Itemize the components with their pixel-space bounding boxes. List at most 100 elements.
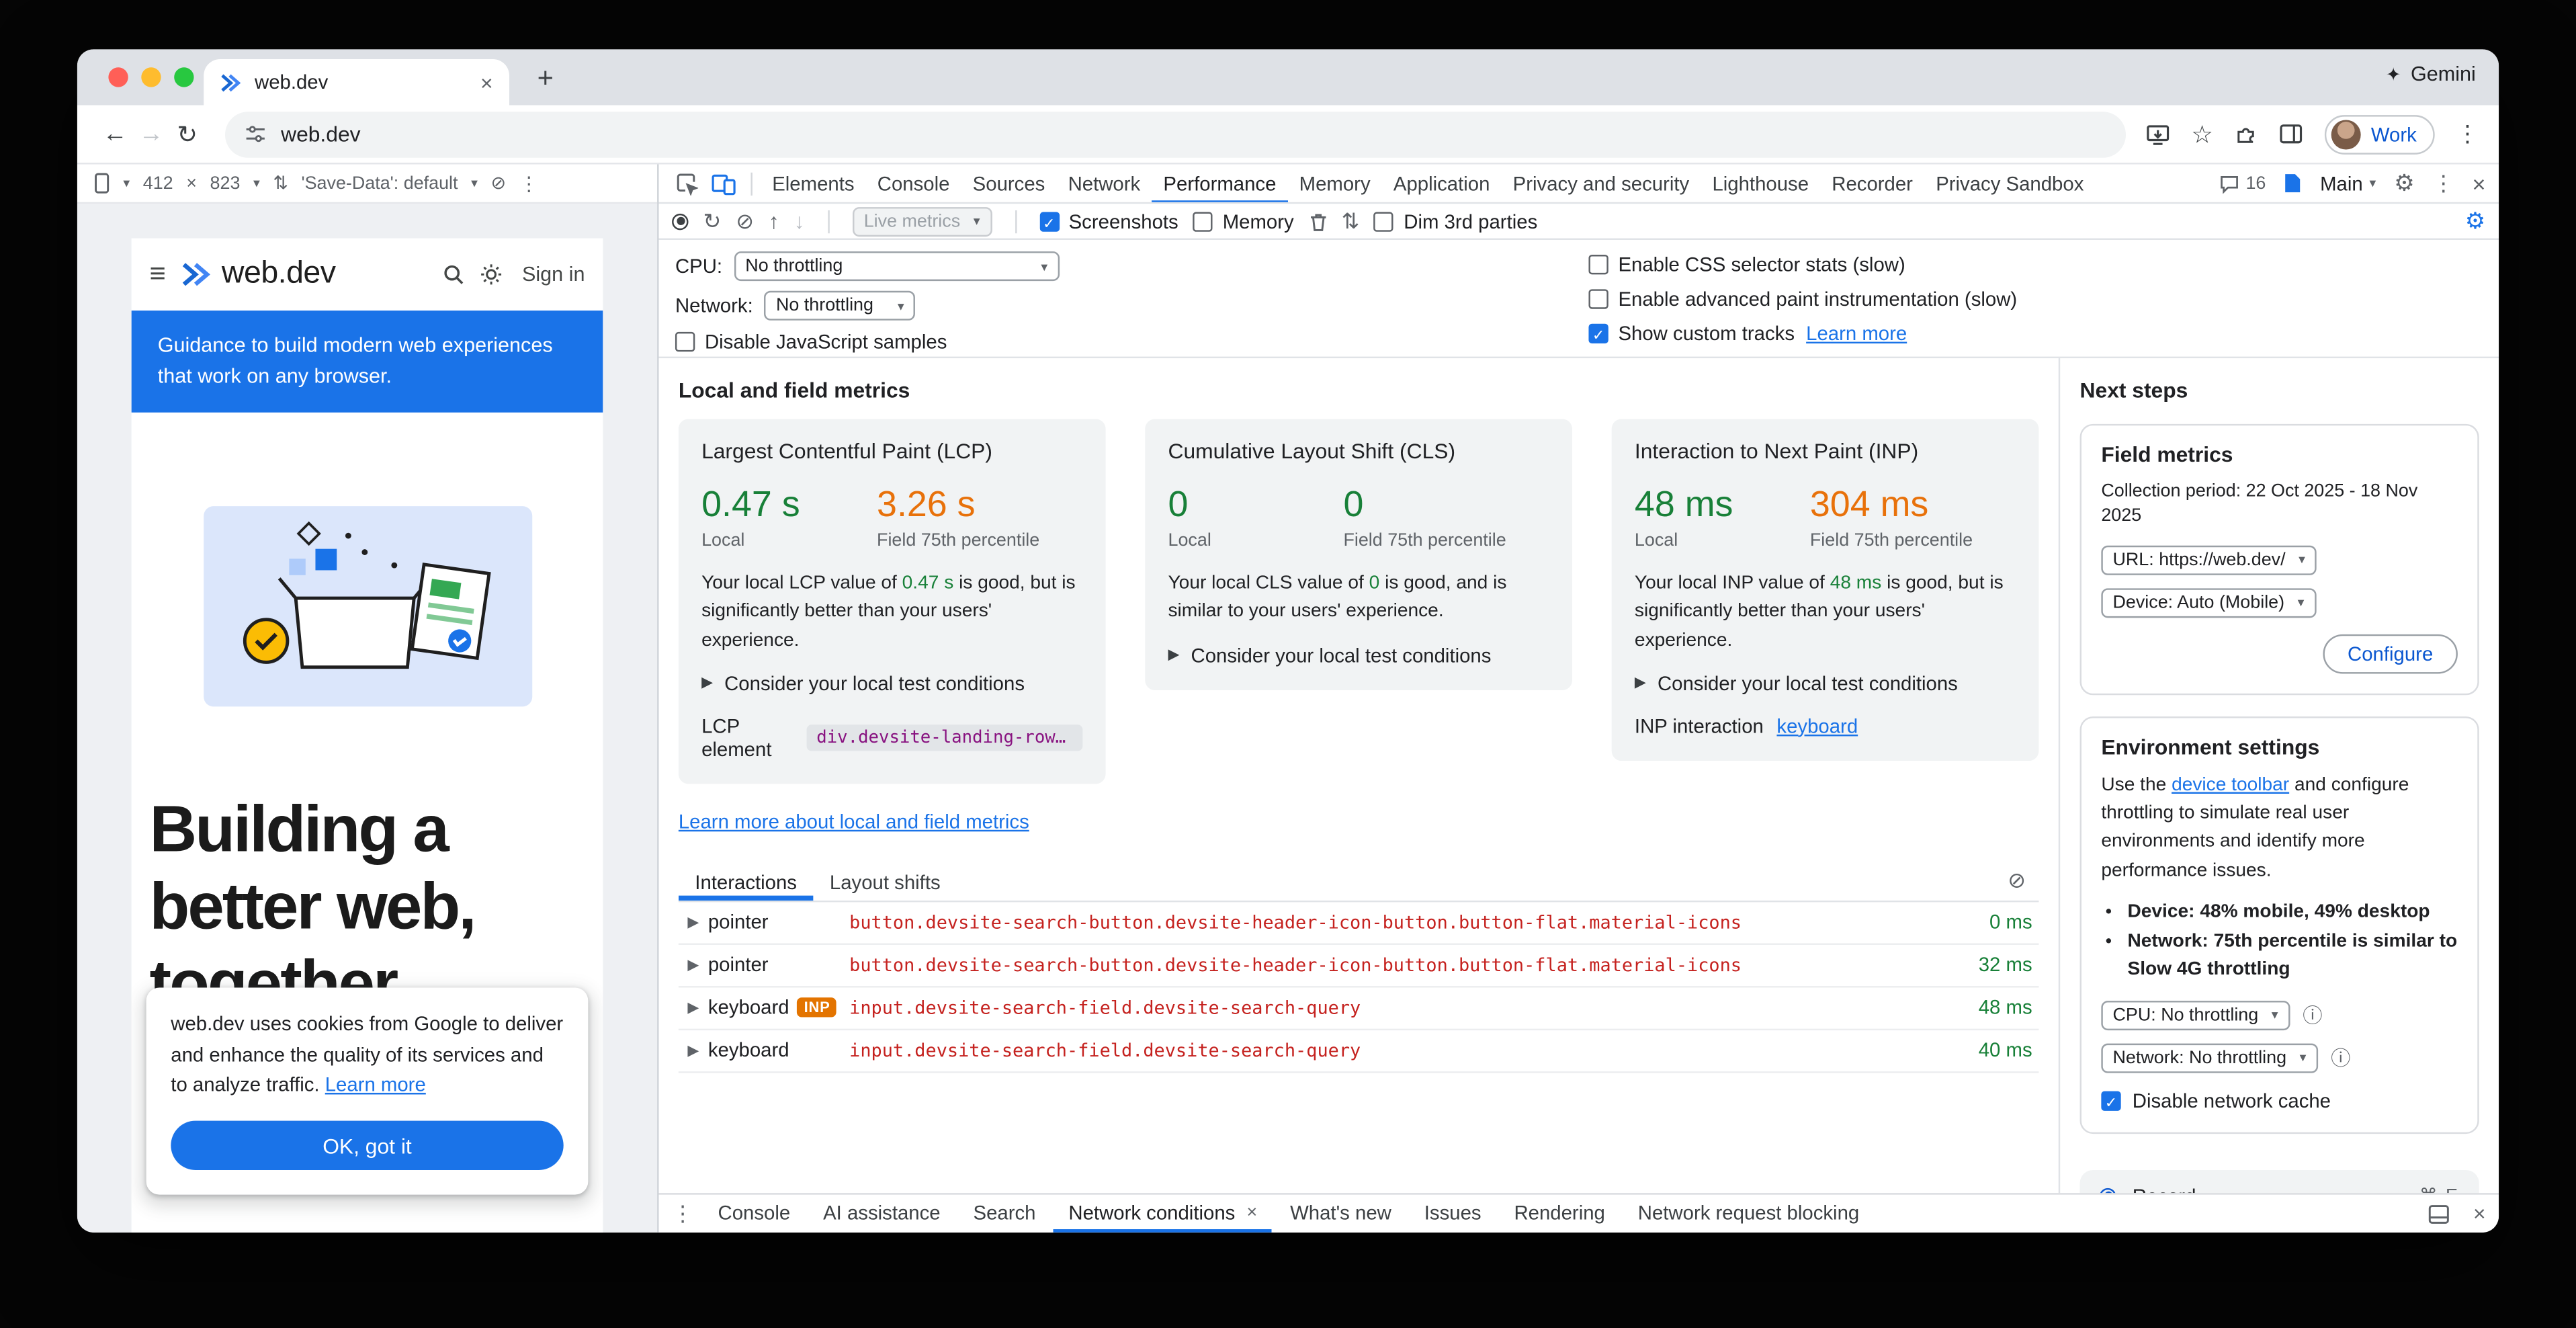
device-select-caret-icon[interactable]: ▾	[123, 176, 130, 191]
interaction-row[interactable]: ▶ keyboard INP input.devsite-search-fiel…	[679, 987, 2039, 1030]
theme-toggle-sun-icon[interactable]	[479, 263, 502, 286]
url-bar[interactable]: web.dev	[225, 111, 2125, 157]
close-tab-icon[interactable]: ×	[1246, 1195, 1257, 1233]
interaction-row[interactable]: ▶ pointer button.devsite-search-button.d…	[679, 944, 2039, 987]
lcp-consider-conditions[interactable]: ▶ Consider your local test conditions	[701, 671, 1082, 694]
devtools-tab-sources[interactable]: Sources	[961, 165, 1057, 203]
browser-tab[interactable]: web.dev ×	[204, 59, 509, 105]
field-device-select[interactable]: Device: Auto (Mobile) ▾	[2101, 588, 2315, 618]
interaction-row[interactable]: ▶ keyboard input.devsite-search-field.de…	[679, 1030, 2039, 1073]
custom-tracks-checkbox[interactable]: Show custom tracks	[1588, 321, 1795, 344]
network-throttle-icon[interactable]: ⇅	[1342, 208, 1360, 234]
device-toolbar-toggle-icon[interactable]	[712, 172, 736, 195]
drawer-tab-ai-assistance[interactable]: AI assistance	[808, 1195, 955, 1233]
url-text[interactable]: web.dev	[281, 122, 360, 147]
disable-js-samples-checkbox[interactable]: Disable JavaScript samples	[675, 330, 947, 353]
drawer-kebab-icon[interactable]: ⋮	[672, 1200, 693, 1227]
minimize-window-button[interactable]	[141, 67, 161, 87]
network-throttling-select[interactable]: No throttling ▾	[765, 291, 916, 321]
drawer-tab-issues[interactable]: Issues	[1410, 1195, 1496, 1233]
cookie-learn-more-link[interactable]: Learn more	[325, 1074, 426, 1097]
rotate-icon[interactable]: ⇅	[273, 173, 288, 194]
checkbox-unchecked-icon[interactable]	[675, 332, 695, 351]
zoom-window-button[interactable]	[174, 67, 194, 87]
search-icon[interactable]	[441, 263, 464, 286]
custom-tracks-learn-more-link[interactable]: Learn more	[1806, 321, 1907, 344]
dim-3rd-parties-checkbox[interactable]: Dim 3rd parties	[1374, 210, 1537, 233]
extensions-icon[interactable]	[2235, 122, 2258, 145]
devtools-tab-privacy-sandbox[interactable]: Privacy Sandbox	[1924, 165, 2095, 203]
site-settings-icon[interactable]	[245, 123, 266, 144]
close-window-button[interactable]	[108, 67, 128, 87]
execution-context-select[interactable]: Main ▾	[2320, 172, 2376, 195]
install-icon[interactable]	[2145, 122, 2170, 145]
forward-button[interactable]: →	[133, 120, 169, 148]
record-and-reload-icon[interactable]: ↻	[703, 208, 722, 234]
promo-banner[interactable]: Guidance to build modern web experiences…	[132, 310, 603, 411]
env-network-select[interactable]: Network: No throttling ▾	[2101, 1043, 2317, 1073]
drawer-tab-whats-new[interactable]: What's new	[1275, 1195, 1406, 1233]
row-expander-icon[interactable]: ▶	[679, 913, 708, 931]
clear-log-icon[interactable]: ⊘	[1995, 868, 2039, 895]
devtools-tab-application[interactable]: Application	[1382, 165, 1502, 203]
info-icon[interactable]: ⓘ	[2331, 1044, 2350, 1072]
sign-in-button[interactable]: Sign in	[522, 263, 585, 286]
row-expander-icon[interactable]: ▶	[679, 956, 708, 974]
no-throttling-icon[interactable]: ⊘	[490, 173, 506, 194]
row-expander-icon[interactable]: ▶	[679, 1042, 708, 1060]
cookie-accept-button[interactable]: OK, got it	[171, 1121, 563, 1170]
lcp-element-node-link[interactable]: div.devsite-landing-row-item-d…	[807, 724, 1083, 751]
disable-network-cache-checkbox[interactable]: Disable network cache	[2101, 1089, 2458, 1112]
devtools-tab-console[interactable]: Console	[866, 165, 961, 203]
drawer-tab-network-conditions[interactable]: Network conditions ×	[1054, 1195, 1272, 1233]
device-type-icon[interactable]	[93, 173, 110, 194]
inp-consider-conditions[interactable]: ▶ Consider your local test conditions	[1635, 671, 2016, 694]
record-button[interactable]: Record ⌘ E	[2080, 1169, 2479, 1193]
devtools-tab-network[interactable]: Network	[1056, 165, 1152, 203]
drawer-layout-icon[interactable]	[2429, 1204, 2450, 1223]
save-data-select[interactable]: 'Save-Data': default	[301, 173, 458, 193]
tab-close-icon[interactable]: ×	[480, 70, 493, 95]
gemini-button[interactable]: ✦ Gemini	[2386, 63, 2476, 85]
devtools-kebab-icon[interactable]: ⋮	[2433, 170, 2454, 196]
field-url-select[interactable]: URL: https://web.dev/ ▾	[2101, 545, 2317, 575]
device-toolbar-kebab-icon[interactable]: ⋮	[519, 172, 539, 195]
device-height-value[interactable]: 823	[210, 173, 241, 193]
env-cpu-select[interactable]: CPU: No throttling ▾	[2101, 1001, 2289, 1030]
devtools-tab-elements[interactable]: Elements	[761, 165, 866, 203]
inp-interaction-link[interactable]: keyboard	[1776, 714, 1858, 737]
checkbox-unchecked-icon[interactable]	[1588, 254, 1608, 274]
checkbox-unchecked-icon[interactable]	[1374, 211, 1393, 231]
css-selector-stats-checkbox[interactable]: Enable CSS selector stats (slow)	[1588, 252, 1905, 275]
new-tab-button[interactable]: +	[524, 59, 567, 99]
paint-instrumentation-checkbox[interactable]: Enable advanced paint instrumentation (s…	[1588, 287, 2017, 310]
clear-icon[interactable]: ⊘	[736, 208, 754, 234]
drawer-close-icon[interactable]: ×	[2473, 1201, 2486, 1226]
hamburger-menu-icon[interactable]: ≡	[150, 258, 166, 291]
layout-shifts-tab[interactable]: Layout shifts	[813, 862, 957, 900]
profile-chip[interactable]: Work	[2325, 114, 2434, 154]
capture-settings-gear-icon[interactable]: ⚙	[2465, 207, 2486, 235]
cls-consider-conditions[interactable]: ▶ Consider your local test conditions	[1168, 643, 1549, 666]
checkbox-unchecked-icon[interactable]	[1193, 211, 1213, 231]
console-messages-indicator[interactable]: 16	[2219, 173, 2266, 193]
device-toolbar-link[interactable]: device toolbar	[2172, 776, 2289, 795]
zoom-select-caret-icon[interactable]: ▾	[253, 176, 260, 191]
devtools-tab-memory[interactable]: Memory	[1288, 165, 1382, 203]
checkbox-unchecked-icon[interactable]	[1588, 288, 1608, 308]
configure-button[interactable]: Configure	[2323, 634, 2458, 673]
devtools-settings-gear-icon[interactable]: ⚙	[2394, 169, 2415, 198]
screenshots-checkbox[interactable]: Screenshots	[1039, 210, 1178, 233]
drawer-tab-console[interactable]: Console	[703, 1195, 806, 1233]
cpu-throttling-select[interactable]: No throttling ▾	[734, 251, 1059, 281]
devtools-tab-lighthouse[interactable]: Lighthouse	[1701, 165, 1820, 203]
load-profile-icon[interactable]: ↑	[769, 209, 779, 234]
interactions-tab[interactable]: Interactions	[679, 862, 814, 900]
side-panel-icon[interactable]	[2279, 123, 2304, 144]
devtools-tab-performance[interactable]: Performance	[1152, 165, 1287, 203]
bookmark-star-icon[interactable]: ☆	[2191, 119, 2213, 149]
browser-menu-kebab-icon[interactable]: ⋮	[2456, 120, 2479, 148]
drawer-tab-network-request-blocking[interactable]: Network request blocking	[1623, 1195, 1874, 1233]
save-data-caret-icon[interactable]: ▾	[471, 176, 478, 191]
devtools-close-icon[interactable]: ×	[2472, 170, 2485, 196]
